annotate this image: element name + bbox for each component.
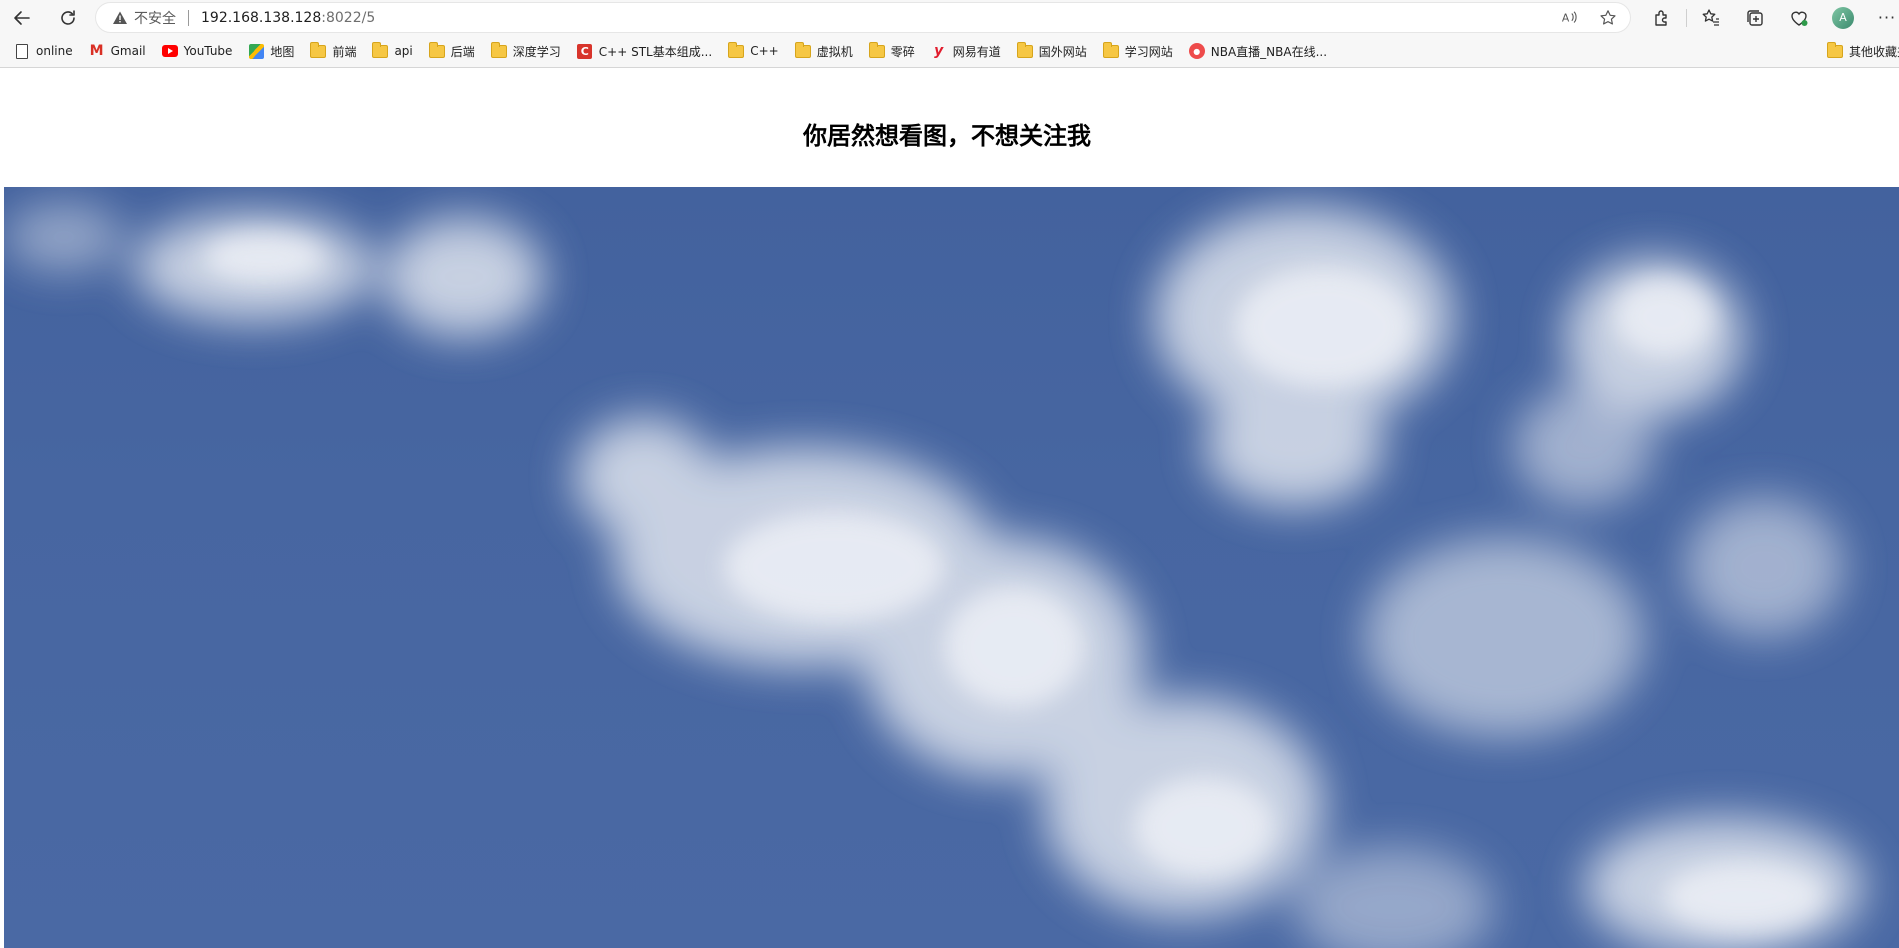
url-host[interactable]: 192.168.138.128: [201, 10, 321, 26]
toolbar-divider: [1686, 8, 1687, 27]
bookmark-folder-cpp[interactable]: C++: [722, 39, 785, 63]
folder-icon: [728, 41, 745, 59]
settings-more-button[interactable]: ···: [1865, 0, 1899, 35]
bookmark-label: YouTube: [183, 44, 233, 58]
youdao-icon: y: [934, 43, 944, 59]
bookmark-label: 虚拟机: [816, 44, 853, 59]
toolbar-actions: A ···: [1640, 0, 1899, 35]
favorites-button[interactable]: [1689, 0, 1733, 35]
bookmark-label: 其他收藏夹: [1848, 44, 1899, 59]
bookmark-label: Gmail: [110, 44, 146, 58]
bookmark-label: NBA直播_NBA在线...: [1210, 44, 1328, 59]
bookmark-folder-foreign-sites[interactable]: 国外网站: [1011, 39, 1093, 63]
heart-pulse-icon: [1791, 11, 1808, 26]
address-divider: [188, 9, 189, 26]
folder-icon: [794, 41, 811, 59]
svg-text:A: A: [1562, 11, 1570, 24]
collections-icon: [1747, 9, 1763, 26]
bookmark-folder-vm[interactable]: 虚拟机: [789, 39, 859, 63]
arrow-left-icon: [14, 10, 30, 25]
bookmark-youdao[interactable]: y 网易有道: [925, 39, 1007, 63]
bookmark-online[interactable]: online: [8, 39, 79, 63]
cloud-illustration: [4, 202, 1864, 948]
bookmark-label: 零碎: [890, 44, 915, 59]
bookmark-folder-misc[interactable]: 零碎: [863, 39, 921, 63]
url-path[interactable]: :8022/5: [321, 10, 375, 26]
browser-toolbar: 不安全 192.168.138.128:8022/5 A A ···: [0, 0, 1899, 35]
address-bar-actions: A: [1560, 3, 1618, 32]
more-icon: ···: [1877, 8, 1897, 27]
star-icon[interactable]: [1598, 8, 1618, 28]
bookmark-label: 网易有道: [952, 44, 1001, 59]
reload-button[interactable]: [50, 2, 86, 34]
other-bookmarks-folder[interactable]: 其他收藏夹: [1821, 39, 1899, 63]
folder-icon: [428, 41, 445, 59]
bookmark-gmail[interactable]: M Gmail: [83, 39, 152, 63]
bookmark-label: 前端: [332, 44, 357, 59]
folder-icon: [1102, 41, 1119, 59]
collections-button[interactable]: [1733, 0, 1777, 35]
bookmark-cpp-stl[interactable]: C C++ STL基本组成...: [571, 39, 718, 63]
read-aloud-icon[interactable]: A: [1560, 8, 1580, 28]
bookmark-folder-learning-sites[interactable]: 学习网站: [1097, 39, 1179, 63]
folder-icon: [372, 41, 389, 59]
bookmark-folder-backend[interactable]: 后端: [423, 39, 481, 63]
puzzle-icon: [1655, 9, 1667, 26]
page-icon: [14, 43, 30, 59]
bookmark-label: 后端: [450, 44, 475, 59]
favorites-list-icon: [1702, 8, 1719, 26]
youtube-icon: [161, 43, 178, 59]
bookmark-folder-api[interactable]: api: [366, 39, 418, 63]
bookmark-maps[interactable]: 地图: [242, 39, 300, 63]
folder-icon: [490, 41, 507, 59]
folder-icon: [1826, 41, 1843, 59]
bookmark-label: 地图: [270, 44, 295, 59]
heading-area: 你居然想看图，不想关注我: [0, 68, 1899, 187]
folder-icon: [868, 41, 885, 59]
bookmark-label: C++: [750, 44, 779, 58]
bookmark-label: online: [36, 44, 73, 58]
bookmarks-bar: online M Gmail YouTube 地图 前端 api 后端 深度学习: [0, 35, 1899, 67]
browser-chrome: 不安全 192.168.138.128:8022/5 A A ··· onli…: [0, 0, 1899, 68]
folder-icon: [1016, 41, 1033, 59]
extensions-button[interactable]: [1640, 0, 1684, 35]
bookmark-label: 学习网站: [1124, 44, 1173, 59]
maps-icon: [248, 43, 264, 59]
page-content: 你居然想看图，不想关注我: [0, 68, 1899, 948]
bookmark-label: 国外网站: [1038, 44, 1087, 59]
bookmark-folder-deep-learning[interactable]: 深度学习: [485, 39, 567, 63]
nba-icon: ●: [1188, 43, 1205, 59]
cpp-reference-icon: C: [577, 43, 593, 59]
warning-icon[interactable]: [112, 10, 128, 26]
browser-essentials-button[interactable]: [1777, 0, 1821, 35]
bookmark-youtube[interactable]: YouTube: [156, 39, 239, 63]
profile-button[interactable]: A: [1821, 0, 1865, 35]
gmail-icon: M: [89, 43, 104, 59]
bookmark-label: C++ STL基本组成...: [598, 44, 713, 59]
refresh-icon: [61, 9, 75, 25]
folder-icon: [310, 41, 327, 59]
page-title: 你居然想看图，不想关注我: [803, 122, 1091, 150]
bookmark-label: api: [394, 44, 413, 58]
address-bar[interactable]: 不安全 192.168.138.128:8022/5 A: [96, 3, 1630, 32]
security-status[interactable]: 不安全: [134, 8, 176, 28]
bookmark-nba-live[interactable]: ● NBA直播_NBA在线...: [1183, 39, 1333, 63]
bookmark-folder-frontend[interactable]: 前端: [304, 39, 362, 63]
sky-image: [4, 187, 1899, 948]
avatar: A: [1832, 6, 1854, 29]
bookmark-label: 深度学习: [512, 44, 561, 59]
back-button[interactable]: [4, 2, 40, 34]
